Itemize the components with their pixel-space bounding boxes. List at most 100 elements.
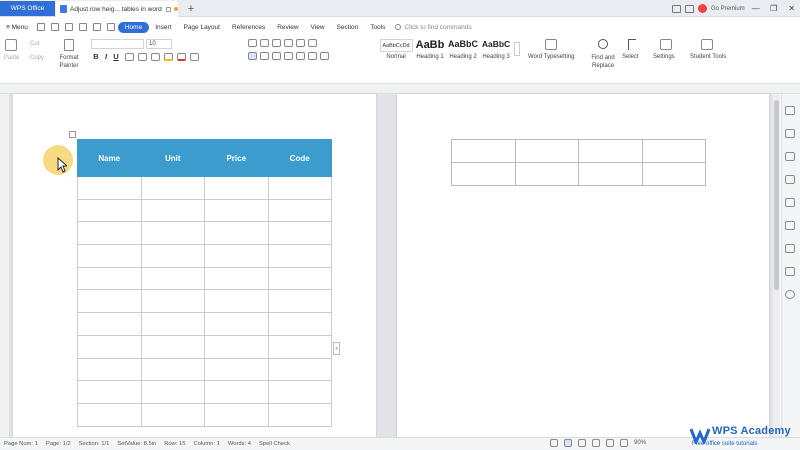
select-cursor-icon[interactable]	[628, 39, 636, 50]
close-button[interactable]: ✕	[785, 4, 799, 13]
sidebar-select-icon[interactable]	[785, 129, 795, 138]
table-cell[interactable]	[140, 244, 205, 268]
align-center-icon[interactable]	[260, 52, 269, 60]
table-cell[interactable]	[204, 289, 269, 314]
tab-wps-office[interactable]: WPS Office	[0, 1, 55, 16]
table-cell[interactable]	[204, 198, 269, 223]
preview-icon[interactable]	[78, 23, 87, 31]
table-cell[interactable]	[204, 357, 269, 382]
status-page-num[interactable]: Page Num: 1	[4, 441, 38, 447]
table-cell[interactable]	[451, 139, 516, 163]
table-cell[interactable]	[204, 334, 269, 359]
table-cell[interactable]	[77, 289, 142, 314]
table-cell[interactable]	[77, 176, 142, 200]
status-section[interactable]: Section: 1/1	[79, 441, 110, 447]
table-cell[interactable]	[140, 380, 205, 404]
status-page[interactable]: Page: 1/2	[46, 441, 71, 447]
table-cell[interactable]	[267, 312, 332, 336]
sidebar-share-icon[interactable]	[785, 175, 795, 184]
print-icon[interactable]	[64, 23, 73, 31]
table-cell[interactable]	[204, 266, 269, 291]
font-color-icon[interactable]	[177, 52, 186, 61]
tab-view[interactable]: View	[305, 24, 331, 31]
table-cell[interactable]	[267, 244, 332, 268]
paste-button[interactable]: Paste	[4, 55, 19, 61]
table-cell[interactable]	[204, 221, 269, 246]
empty-table[interactable]	[451, 139, 706, 186]
table-cell[interactable]	[267, 289, 332, 314]
status-set-value[interactable]: SetValue: 8.5in	[117, 441, 156, 447]
status-spell-check[interactable]: Spell Check	[259, 441, 290, 447]
superscript-icon[interactable]	[138, 52, 147, 61]
tab-home[interactable]: Home	[117, 21, 150, 33]
save-icon[interactable]	[36, 23, 45, 31]
table-cell[interactable]	[140, 312, 205, 336]
find-commands-input[interactable]: Click to find commands	[395, 24, 472, 31]
table-cell[interactable]	[77, 402, 142, 427]
select-button[interactable]: Select	[622, 54, 639, 60]
style-heading-1[interactable]: AaBb Heading 1	[414, 39, 446, 60]
align-right-icon[interactable]	[272, 52, 281, 60]
zoom-level[interactable]: 90%	[634, 440, 646, 446]
format-painter-icon[interactable]	[64, 39, 74, 51]
main-menu-button[interactable]: ≡ Menu	[0, 24, 34, 31]
style-heading-2[interactable]: AaBbC Heading 2	[447, 39, 479, 60]
table-cell[interactable]	[204, 244, 269, 268]
table-cell[interactable]	[578, 162, 643, 186]
find-replace-button[interactable]: Find and Replace	[588, 54, 618, 70]
strikethrough-icon[interactable]	[125, 52, 134, 61]
view-eye-icon[interactable]	[606, 439, 614, 447]
table-cell[interactable]	[267, 221, 332, 246]
table-cell[interactable]	[204, 380, 269, 404]
italic-button[interactable]: I	[101, 52, 111, 61]
tab-references[interactable]: References	[226, 24, 271, 31]
folder-icon[interactable]	[50, 23, 59, 31]
table-cell[interactable]	[267, 334, 332, 359]
bullets-icon[interactable]	[248, 39, 257, 47]
undo-icon[interactable]	[92, 23, 101, 31]
table-cell[interactable]	[77, 221, 142, 246]
sidebar-restrict-icon[interactable]	[785, 152, 795, 161]
underline-button[interactable]: U	[111, 52, 121, 61]
header-price[interactable]: Price	[204, 139, 269, 177]
table-cell[interactable]	[578, 139, 643, 163]
paste-icon[interactable]	[5, 39, 17, 51]
tab-window-icon[interactable]	[165, 6, 171, 12]
bold-button[interactable]: B	[91, 52, 101, 61]
table-cell[interactable]	[140, 176, 205, 200]
table-cell[interactable]	[77, 312, 142, 336]
find-replace-icon[interactable]	[598, 39, 608, 49]
justify-icon[interactable]	[284, 52, 293, 60]
horizontal-ruler[interactable]	[0, 84, 800, 94]
table-cell[interactable]	[267, 402, 332, 427]
product-table[interactable]: Name Unit Price Code	[77, 139, 332, 427]
table-cell[interactable]	[77, 198, 142, 223]
table-cell[interactable]	[140, 402, 205, 427]
go-premium-link[interactable]: Go Premium	[711, 6, 745, 12]
redo-icon[interactable]	[106, 23, 115, 31]
clear-format-icon[interactable]	[190, 52, 199, 61]
table-cell[interactable]	[204, 402, 269, 427]
table-cell[interactable]	[267, 198, 332, 223]
status-words[interactable]: Words: 4	[228, 441, 251, 447]
cut-button[interactable]: Cut	[30, 41, 39, 47]
decrease-indent-icon[interactable]	[272, 39, 281, 47]
window-layout-icon[interactable]	[672, 4, 681, 13]
restore-button[interactable]: ❐	[767, 4, 781, 13]
sidebar-help-icon[interactable]	[785, 290, 795, 299]
format-painter-button[interactable]: Format Painter	[58, 54, 80, 70]
table-cell[interactable]	[140, 334, 205, 359]
table-cell[interactable]	[641, 162, 706, 186]
table-cell[interactable]	[267, 357, 332, 382]
vertical-ruler[interactable]	[0, 94, 10, 437]
style-heading-3[interactable]: AaBbC Heading 3	[480, 39, 512, 60]
copy-button[interactable]: Copy	[30, 55, 44, 61]
table-cell[interactable]	[451, 162, 516, 186]
tab-insert[interactable]: Insert	[149, 24, 177, 31]
borders-icon[interactable]	[320, 52, 329, 60]
sidebar-code-icon[interactable]	[785, 198, 795, 207]
sync-icon[interactable]	[685, 4, 694, 13]
sidebar-history-icon[interactable]	[785, 244, 795, 253]
view-outline-icon[interactable]	[578, 439, 586, 447]
tab-document[interactable]: Adjust row heig... tables in word	[56, 1, 178, 17]
